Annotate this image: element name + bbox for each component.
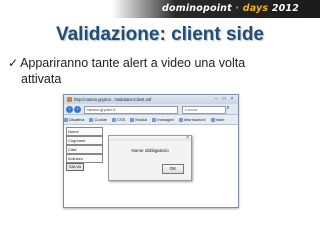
close-icon[interactable]: × [228,96,236,102]
bullet-item: ✓ Appariranno tante alert a video una vol… [8,55,308,87]
nome-field[interactable]: Nome [66,127,103,136]
search-input[interactable]: rosaria [182,105,226,114]
address-bar: ‹ › cantoo.grydon.it rosaria ⌕ [64,104,238,115]
search-icon[interactable]: ⌕ [224,105,232,112]
citta-field[interactable]: Citta' [66,145,103,154]
toolbar-item-icon [130,117,135,122]
brand-name: dominopoint [162,3,232,14]
minimize-icon[interactable]: – [212,96,220,102]
toolbar-item-forms[interactable]: Moduli [130,115,147,124]
alert-titlebar [109,136,191,141]
forward-icon[interactable]: › [74,105,81,113]
web-developer-toolbar: Disattiva Cookie CSS Moduli Immagini Inf… [64,115,238,125]
toolbar-item-cookie[interactable]: Cookie [89,115,107,124]
brand-logo: dominopoint · days 2012 [162,3,312,15]
page-content: Nome Cognome Citta' Indirizzo SALVA × No… [64,125,238,207]
alert-close-icon[interactable]: × [186,135,189,141]
toolbar-item-css[interactable]: CSS [112,115,125,124]
browser-titlebar: http://cantoo.grydon...\ValidationClient… [64,95,238,104]
brand-days: days [242,3,269,14]
toolbar-item-disable[interactable]: Disattiva [64,115,84,124]
slide-title: Validazione: client side [55,24,264,45]
toolbar-item-icon [152,117,157,122]
toolbar-item-icon [112,117,117,122]
favicon-icon [67,97,72,102]
save-button[interactable]: SALVA [66,163,84,171]
browser-tab-title: http://cantoo.grydon...\ValidationClient… [74,96,152,102]
toolbar-item-icon [89,117,94,122]
bullet-text-line1: Appariranno tante alert a video una volt… [20,56,246,70]
alert-dialog: × Nome obbligatorio OK [108,135,192,181]
brand-separator: · [235,3,240,14]
back-icon[interactable]: ‹ [66,105,73,113]
ok-button[interactable]: OK [162,164,184,174]
indirizzo-field[interactable]: Indirizzo [66,154,103,163]
toolbar-item-misc[interactable]: Varie [210,115,225,124]
browser-screenshot: http://cantoo.grydon...\ValidationClient… [63,94,239,208]
brand-year: 2012 [271,3,300,14]
toolbar-item-icon [178,117,183,122]
bullet-text-line2: attivata [21,72,62,86]
checkmark-icon: ✓ [8,56,19,70]
alert-message: Nome obbligatorio [131,148,169,153]
toolbar-item-icon [64,117,68,122]
cognome-field[interactable]: Cognome [66,136,103,145]
toolbar-item-icon [210,117,215,122]
url-input[interactable]: cantoo.grydon.it [84,105,178,114]
maximize-icon[interactable]: □ [220,96,228,102]
toolbar-item-images[interactable]: Immagini [152,115,174,124]
toolbar-item-info[interactable]: Informazioni [178,115,205,124]
